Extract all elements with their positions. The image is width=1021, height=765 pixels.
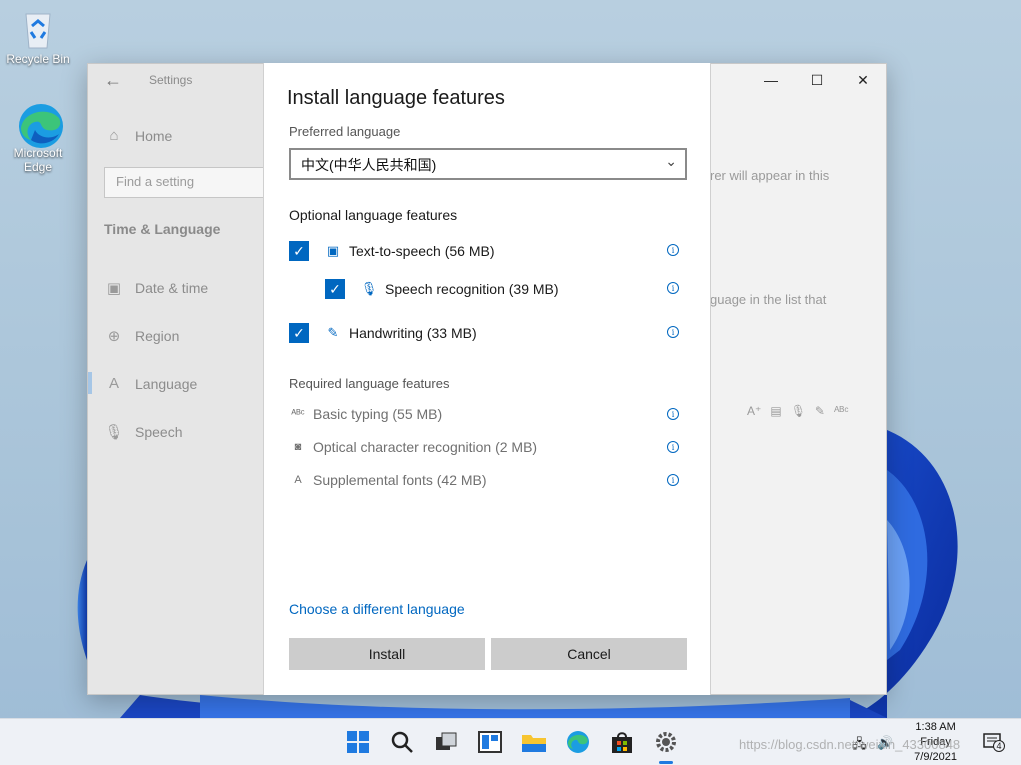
sidebar-item-label: Speech: [135, 424, 183, 440]
edge-label: Microsoft Edge: [13, 146, 63, 174]
section-title: Time & Language: [104, 221, 221, 237]
required-label: Optical character recognition (2 MB): [313, 439, 538, 455]
sidebar-item-home[interactable]: ⌂ Home: [104, 127, 172, 144]
active-indicator: [88, 372, 92, 394]
active-app-indicator: [659, 761, 673, 764]
close-button[interactable]: ✕: [840, 64, 886, 96]
sidebar-item-label: Date & time: [135, 280, 209, 296]
option-text-to-speech[interactable]: ✓ ▣ Text-to-speech (56 MB): [289, 241, 495, 261]
sidebar-item-region[interactable]: ⊕ Region: [104, 327, 180, 345]
sidebar-item-speech[interactable]: 🎙 Speech: [104, 423, 182, 441]
option-label: Handwriting (33 MB): [349, 325, 477, 341]
dialog-title: Install language features: [287, 87, 505, 109]
info-icon[interactable]: i: [667, 244, 679, 256]
info-icon[interactable]: i: [667, 326, 679, 338]
required-label: Basic typing (55 MB): [313, 406, 443, 422]
sidebar-item-language[interactable]: A Language: [104, 375, 197, 392]
optional-features-heading: Optional language features: [289, 207, 458, 223]
edge-icon: [17, 102, 63, 148]
spellcheck-icon: ᴬᴮᶜ: [833, 404, 849, 418]
text-to-speech-icon: ▤: [770, 404, 782, 418]
checkbox-checked[interactable]: ✓: [289, 241, 309, 261]
file-explorer-icon[interactable]: [521, 729, 547, 755]
font-icon: A: [294, 474, 302, 486]
calendar-clock-icon: ▣: [106, 280, 122, 297]
watermark: https://blog.csdn.net/weixin_43300848: [739, 737, 961, 752]
preferred-language-select[interactable]: 中文(中华人民共和国) ⌄: [289, 148, 687, 180]
clock-time: 1:38 AM: [915, 721, 956, 733]
sidebar-item-date-time[interactable]: ▣ Date & time: [104, 279, 208, 297]
back-arrow-icon[interactable]: ←: [104, 70, 122, 91]
info-icon[interactable]: i: [667, 441, 679, 453]
camera-icon: ◙: [294, 441, 302, 453]
window-controls: — ☐ ✕: [748, 64, 886, 96]
edge-taskbar-icon[interactable]: [565, 729, 591, 755]
preferred-language-label: Preferred language: [289, 124, 401, 139]
minimize-button[interactable]: —: [748, 64, 794, 96]
microphone-icon: 🎙: [790, 404, 806, 418]
install-language-dialog: Install language features Preferred lang…: [263, 63, 711, 695]
sidebar-item-label: Home: [135, 127, 173, 144]
checkbox-checked[interactable]: ✓: [289, 323, 309, 343]
required-ocr: ◙ Optical character recognition (2 MB): [289, 439, 537, 455]
install-button[interactable]: Install: [289, 638, 485, 670]
choose-language-link[interactable]: Choose a different language: [289, 601, 465, 617]
info-icon[interactable]: i: [667, 474, 679, 486]
option-handwriting[interactable]: ✓ ✎ Handwriting (33 MB): [289, 323, 477, 343]
globe-icon: ⊕: [107, 328, 121, 345]
chevron-down-icon: ⌄: [665, 153, 677, 169]
sidebar-item-label: Region: [135, 328, 180, 344]
search-input[interactable]: Find a setting: [104, 167, 274, 198]
task-view-icon[interactable]: [433, 729, 459, 755]
language-feature-icons: A⁺ ▤ 🎙 ✎ ᴬᴮᶜ: [747, 404, 849, 418]
handwriting-icon: ✎: [814, 404, 825, 418]
required-label: Supplemental fonts (42 MB): [313, 472, 487, 488]
edge-shortcut[interactable]: Microsoft Edge: [1, 102, 75, 174]
widgets-icon[interactable]: [477, 729, 503, 755]
required-fonts: A Supplemental fonts (42 MB): [289, 472, 487, 488]
notification-icon[interactable]: 4: [983, 733, 1005, 753]
notification-count: 4: [993, 740, 1005, 752]
background-description-1: rer will appear in this: [710, 168, 830, 183]
info-icon[interactable]: i: [667, 408, 679, 420]
option-label: Text-to-speech (56 MB): [349, 243, 495, 259]
microphone-icon: 🎙: [104, 424, 124, 441]
clock-date: 7/9/2021: [914, 751, 957, 763]
app-title: Settings: [149, 73, 193, 87]
background-description-2: guage in the list that: [710, 292, 827, 307]
recycle-bin-label: Recycle Bin: [6, 52, 70, 66]
required-basic-typing: ᴬᴮᶜ Basic typing (55 MB): [289, 406, 442, 422]
checkbox-checked[interactable]: ✓: [325, 279, 345, 299]
option-label: Speech recognition (39 MB): [385, 281, 559, 297]
info-icon[interactable]: i: [667, 282, 679, 294]
search-icon[interactable]: [389, 729, 415, 755]
text-to-speech-icon: ▣: [326, 243, 340, 258]
sidebar-item-label: Language: [135, 375, 198, 392]
language-icon: A: [108, 375, 119, 392]
option-speech-recognition[interactable]: ✓ 🎙 Speech recognition (39 MB): [325, 279, 559, 299]
maximize-button[interactable]: ☐: [794, 64, 840, 96]
settings-sidebar: ← Settings ⌂ Home Find a setting Time & …: [88, 64, 274, 694]
start-icon[interactable]: [345, 729, 371, 755]
home-icon: ⌂: [109, 127, 119, 144]
handwriting-icon: ✎: [327, 325, 339, 340]
settings-gear-icon[interactable]: [653, 729, 679, 755]
microphone-icon: 🎙: [360, 281, 378, 296]
select-value: 中文(中华人民共和国): [301, 157, 437, 173]
recycle-bin-shortcut[interactable]: Recycle Bin: [1, 8, 75, 66]
recycle-bin-icon: [17, 8, 59, 50]
spellcheck-icon: ᴬᴮᶜ: [291, 408, 305, 420]
language-pack-icon: A⁺: [747, 404, 762, 418]
cancel-button[interactable]: Cancel: [491, 638, 687, 670]
store-icon[interactable]: [609, 729, 635, 755]
required-features-heading: Required language features: [289, 376, 450, 391]
